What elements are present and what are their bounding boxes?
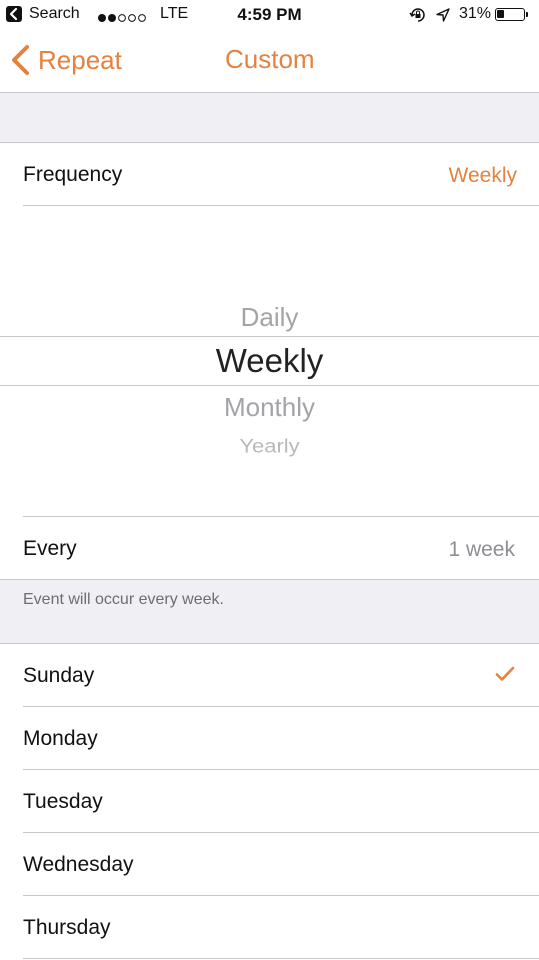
back-button[interactable]: Repeat: [10, 42, 122, 78]
day-label: Sunday: [23, 664, 95, 687]
day-row-tuesday[interactable]: Tuesday: [0, 770, 539, 833]
navigation-bar: Repeat Custom: [0, 30, 539, 92]
day-row-sunday[interactable]: Sunday: [0, 644, 539, 707]
every-value: 1 week: [448, 538, 515, 561]
checkmark-icon: [495, 666, 515, 687]
row-divider: [23, 958, 539, 959]
picker-option-monthly[interactable]: Monthly: [0, 392, 539, 423]
rotation-lock-icon: [409, 7, 427, 28]
day-row-monday[interactable]: Monday: [0, 707, 539, 770]
day-label: Thursday: [23, 916, 111, 939]
recurrence-summary: Event will occur every week.: [23, 591, 224, 608]
picker-option-yearly[interactable]: Yearly: [0, 434, 539, 457]
day-label: Monday: [23, 727, 98, 750]
battery-icon: [495, 8, 525, 21]
battery-level: [497, 10, 504, 18]
frequency-row[interactable]: Frequency Weekly: [0, 143, 539, 205]
picker-option-weekly[interactable]: Weekly: [0, 342, 539, 380]
every-row[interactable]: Every 1 week: [0, 517, 539, 579]
day-row-thursday[interactable]: Thursday: [0, 896, 539, 959]
back-button-label: Repeat: [38, 44, 122, 75]
every-label: Every: [23, 537, 77, 560]
frequency-value: Weekly: [448, 164, 517, 187]
picker-option-daily[interactable]: Daily: [0, 302, 539, 333]
section-footer: [0, 580, 539, 643]
section-spacer: [0, 93, 539, 142]
status-bar: Search LTE 4:59 PM 31%: [0, 0, 539, 30]
frequency-label: Frequency: [23, 163, 123, 186]
picker-selection-line-top: [0, 336, 539, 337]
battery-percent: 31%: [459, 5, 492, 22]
chevron-left-icon: [12, 45, 29, 75]
location-arrow-icon: [435, 7, 451, 28]
frequency-picker[interactable]: Daily Weekly Monthly Yearly: [0, 206, 539, 516]
picker-selection-line-bottom: [0, 385, 539, 386]
day-label: Wednesday: [23, 853, 134, 876]
day-label: Tuesday: [23, 790, 103, 813]
battery-tip: [526, 12, 528, 17]
page-title: Custom: [225, 44, 315, 74]
day-row-wednesday[interactable]: Wednesday: [0, 833, 539, 896]
